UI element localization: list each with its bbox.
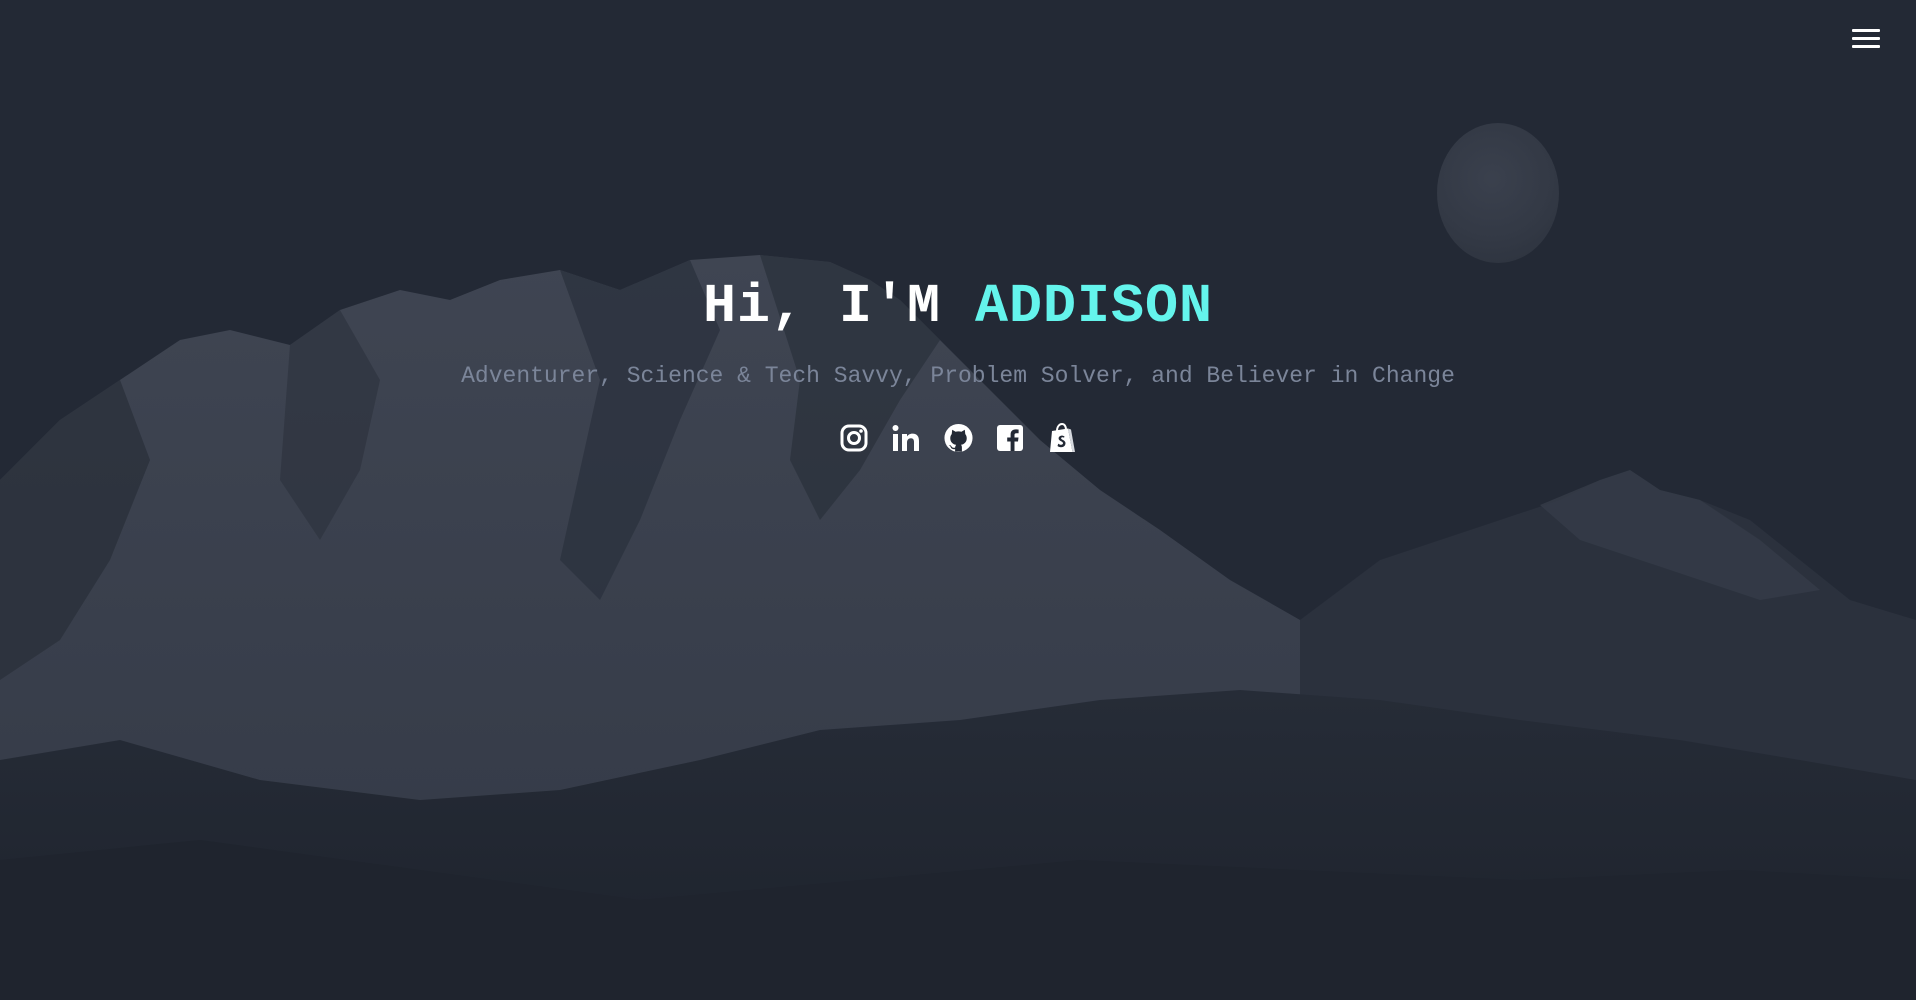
menu-line (1852, 29, 1880, 32)
name-highlight: ADDISON (975, 275, 1214, 338)
facebook-icon (997, 425, 1023, 451)
hero-section: Hi, I'M ADDISON Adventurer, Science & Te… (0, 0, 1916, 1000)
hero-tagline: Adventurer, Science & Tech Savvy, Proble… (461, 363, 1455, 389)
shopify-link[interactable] (1047, 421, 1078, 455)
instagram-link[interactable] (839, 421, 870, 455)
moon-image (1437, 123, 1559, 263)
menu-line (1852, 37, 1880, 40)
mountain-background-image (0, 255, 1916, 1000)
greeting-text: Hi, I'M (702, 275, 975, 338)
menu-line (1852, 45, 1880, 48)
social-links (0, 421, 1916, 455)
instagram-icon (840, 424, 868, 452)
github-link[interactable] (943, 421, 974, 455)
hero-content: Hi, I'M ADDISON Adventurer, Science & Te… (0, 270, 1916, 455)
linkedin-link[interactable] (891, 421, 922, 455)
linkedin-icon (892, 425, 919, 451)
facebook-link[interactable] (995, 421, 1026, 455)
hero-headline: Hi, I'M ADDISON (0, 270, 1916, 344)
github-icon (943, 423, 973, 453)
shopify-icon (1050, 422, 1075, 452)
hamburger-menu-icon[interactable] (1850, 26, 1882, 52)
